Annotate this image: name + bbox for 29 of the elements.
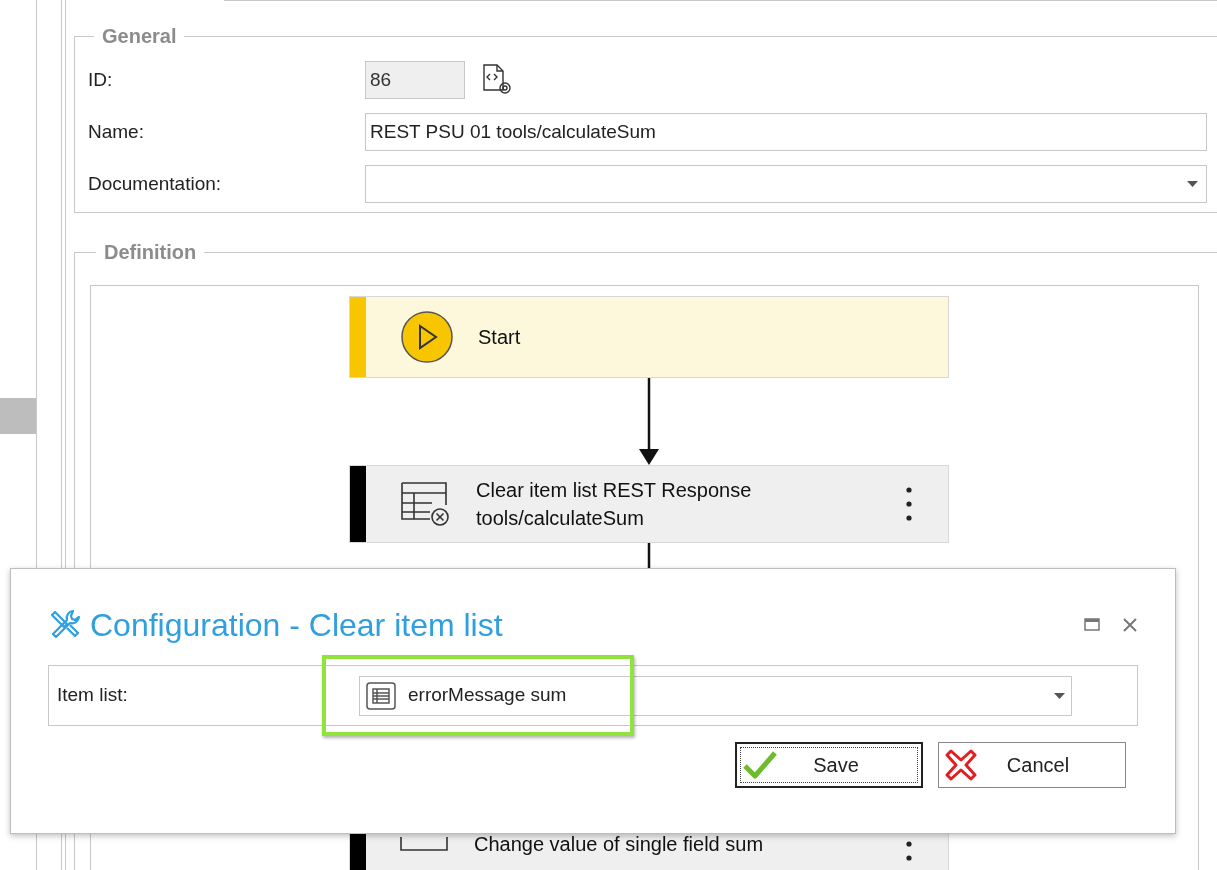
step-label: Change value of single field sum [474, 832, 764, 857]
group-title: Definition [103, 240, 198, 265]
step-label: Start [478, 325, 521, 350]
field-label: ID: [88, 67, 114, 92]
field-label: Item list: [57, 683, 129, 708]
more-options-icon[interactable] [906, 486, 912, 522]
list-icon [366, 681, 396, 710]
field-icon [400, 837, 448, 851]
save-button[interactable]: Save [735, 742, 923, 788]
step-label: Clear item list REST Response tools/calculateSum [476, 478, 753, 531]
dropdown-value: errorMessage sum [408, 683, 568, 708]
dropdown-caret-icon [1054, 692, 1065, 699]
splitter-handle[interactable] [0, 398, 36, 434]
checkmark-icon [743, 750, 777, 780]
field-label: Name: [88, 119, 145, 144]
maximize-icon[interactable] [1084, 618, 1100, 632]
field-label: Documentation: [88, 171, 223, 196]
item-list-dropdown[interactable]: errorMessage sum [359, 675, 1072, 716]
name-field[interactable]: REST PSU 01 tools/calculateSum [365, 113, 1207, 151]
play-circle-icon [400, 310, 454, 364]
workflow-step[interactable]: Clear item list REST Response tools/calculateSum [349, 465, 949, 543]
table-remove-icon [400, 481, 450, 527]
id-field: 86 [365, 61, 465, 99]
dialog-title: Configuration - Clear item list [90, 606, 503, 645]
group-title: General [101, 24, 178, 49]
close-icon[interactable] [1122, 617, 1138, 633]
dropdown-caret-icon [1187, 181, 1198, 187]
cancel-button[interactable]: Cancel [938, 742, 1126, 788]
cancel-x-icon [945, 749, 977, 781]
